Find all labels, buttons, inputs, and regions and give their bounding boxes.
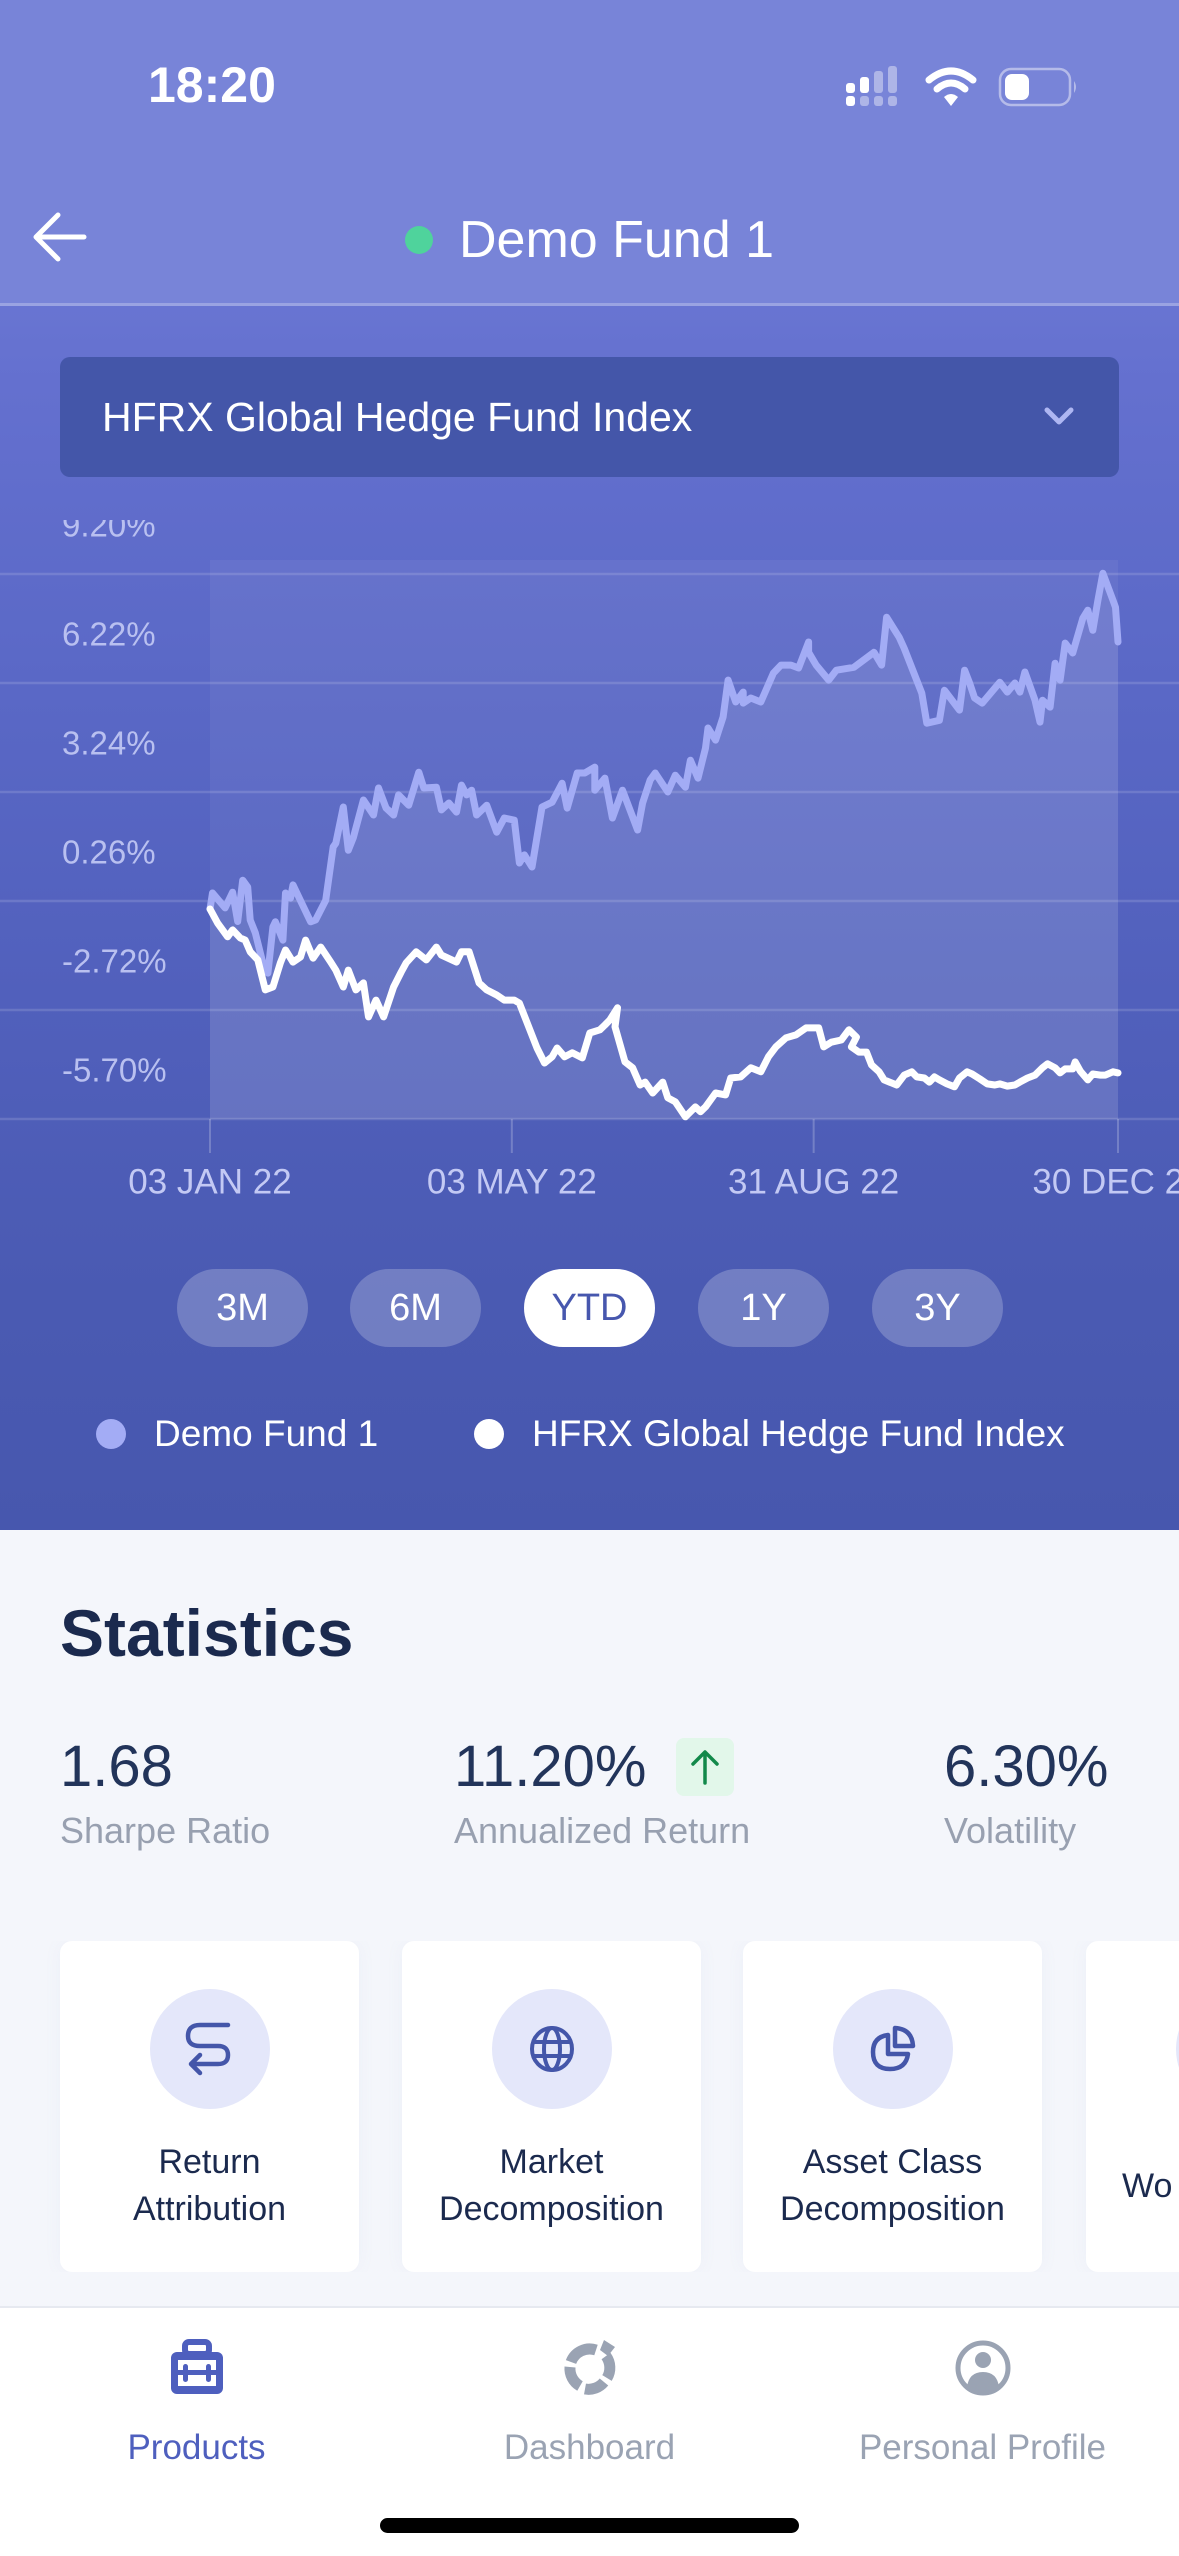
top-bar: 18:20 Demo Fund 1	[0, 0, 1179, 306]
card-label: Wo	[1122, 2167, 1173, 2205]
stat-annualized-return: 11.20% Annualized Return	[454, 1733, 750, 1852]
stat-label: Volatility	[944, 1810, 1077, 1851]
x-tick-label: 31 AUG 22	[728, 1162, 899, 1201]
stat-label: Annualized Return	[454, 1810, 751, 1851]
card-label: Return Attribution	[60, 2139, 359, 2233]
analysis-cards-carousel[interactable]: Return Attribution Market Decomposition …	[0, 1941, 1179, 2272]
legend-item: Demo Fund 1	[96, 1410, 378, 1458]
bottom-navigation: Products Dashboard Personal Profile	[0, 2306, 1179, 2556]
status-time: 18:20	[148, 57, 276, 113]
card-label-line: Decomposition	[439, 2190, 664, 2228]
return-attribution-icon	[185, 2022, 231, 2076]
chart-legend: Demo Fund 1 HFRX Global Hedge Fund Index	[0, 1410, 1179, 1458]
y-tick-label: 0.26%	[62, 834, 156, 871]
range-option-1y[interactable]: 1Y	[698, 1269, 829, 1347]
card-label-line: Decomposition	[780, 2190, 1005, 2228]
donut-chart-icon	[563, 2340, 615, 2395]
range-option-3m[interactable]: 3M	[177, 1269, 308, 1347]
fund-status-dot	[404, 226, 433, 254]
globe-icon	[530, 2026, 574, 2072]
briefcase-icon	[170, 2339, 223, 2394]
card-icon-circle	[492, 1989, 612, 2109]
stat-label: Sharpe Ratio	[60, 1810, 271, 1851]
card-return-attribution[interactable]: Return Attribution	[60, 1941, 359, 2272]
x-tick-label: 30 DEC 22	[1032, 1162, 1179, 1201]
y-tick-label: 9.20%	[62, 520, 156, 544]
card-asset-class-decomposition[interactable]: Asset Class Decomposition	[743, 1941, 1042, 2272]
user-circle-icon	[955, 2340, 1010, 2396]
stat-value-row: 11.20%	[454, 1733, 750, 1800]
card-label-line: Market	[499, 2143, 604, 2181]
nav-label: Dashboard	[503, 2428, 676, 2467]
stat-volatility: 6.30% Volatility	[944, 1733, 1108, 1852]
nav-dashboard[interactable]: Dashboard	[393, 2328, 786, 2478]
legend-label: HFRX Global Hedge Fund Index	[532, 1413, 1065, 1454]
arrow-up-icon	[691, 1749, 720, 1785]
battery-icon	[998, 67, 1076, 107]
card-market-decomposition[interactable]: Market Decomposition	[402, 1941, 701, 2272]
legend-dot	[96, 1419, 126, 1449]
page-title: Demo Fund 1	[458, 211, 775, 269]
stat-value: 6.30%	[944, 1734, 1109, 1799]
performance-chart: 9.20% 6.22% 3.24% 0.26% -2.72% -5.70% 03 JAN 2…	[0, 520, 1179, 1201]
card-icon-circle	[150, 1989, 270, 2109]
x-tick-label: 03 MAY 22	[427, 1162, 597, 1201]
benchmark-select[interactable]: HFRX Global Hedge Fund Index	[60, 357, 1119, 477]
range-option-3y[interactable]: 3Y	[872, 1269, 1003, 1347]
benchmark-select-value: HFRX Global Hedge Fund Index	[102, 393, 693, 440]
legend-dot	[474, 1419, 504, 1449]
legend-label: Demo Fund 1	[154, 1413, 379, 1454]
nav-label: Products	[127, 2428, 266, 2467]
y-tick-label: -5.70%	[62, 1052, 167, 1089]
chevron-down-icon	[1044, 407, 1074, 425]
nav-products[interactable]: Products	[0, 2328, 393, 2478]
card-label: Asset Class Decomposition	[743, 2139, 1042, 2233]
y-tick-label: 6.22%	[62, 616, 156, 653]
home-indicator	[380, 2518, 799, 2533]
stat-value: 11.20%	[454, 1734, 647, 1799]
legend-item: HFRX Global Hedge Fund Index	[474, 1410, 1065, 1458]
status-icons	[846, 66, 1076, 107]
page-title-wrap: Demo Fund 1	[0, 205, 1179, 275]
card-label-line: Return	[158, 2143, 261, 2181]
nav-personal-profile[interactable]: Personal Profile	[786, 2328, 1179, 2478]
cellular-signal-icon	[846, 66, 897, 106]
statistics-title: Statistics	[60, 1596, 354, 1670]
range-option-ytd[interactable]: YTD	[524, 1269, 655, 1347]
range-option-6m[interactable]: 6M	[350, 1269, 481, 1347]
card-label-line: Attribution	[132, 2190, 287, 2228]
pie-chart-icon	[870, 2025, 916, 2072]
nav-label: Personal Profile	[858, 2428, 1107, 2467]
card-label: Market Decomposition	[402, 2139, 701, 2233]
x-tick-label: 03 JAN 22	[128, 1162, 291, 1201]
y-tick-label: 3.24%	[62, 725, 156, 762]
y-tick-label: -2.72%	[62, 943, 167, 980]
card-partial[interactable]: Wo	[1086, 1941, 1179, 2272]
stat-sharpe-ratio: 1.68 Sharpe Ratio	[60, 1733, 270, 1852]
range-selector: 3M 6M YTD 1Y 3Y	[0, 1269, 1179, 1347]
card-label-line: Asset Class	[802, 2143, 983, 2181]
card-icon-circle	[833, 1989, 953, 2109]
trend-badge	[676, 1737, 735, 1796]
wifi-icon	[925, 67, 977, 106]
stat-value: 1.68	[60, 1734, 173, 1799]
